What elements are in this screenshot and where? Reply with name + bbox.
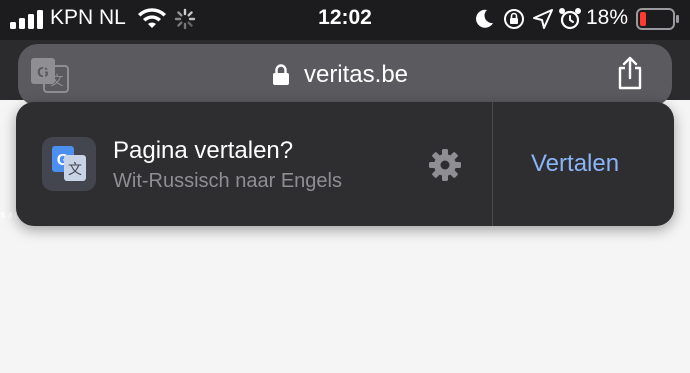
google-translate-app-icon: G 文: [42, 137, 96, 191]
url-text[interactable]: veritas.be: [18, 61, 672, 89]
address-bar[interactable]: G 文 veritas.be: [18, 44, 672, 106]
site-banner-block: [0, 218, 690, 373]
rotation-lock-icon: [504, 9, 524, 29]
battery-low-icon: [636, 8, 679, 30]
gear-icon[interactable]: [428, 148, 462, 182]
translate-button[interactable]: Vertalen: [531, 150, 619, 178]
location-arrow-icon: [533, 9, 553, 29]
battery-percentage: 18%: [586, 6, 629, 29]
translate-page-popup: G 文 Pagina vertalen? Wit-Russisch naar E…: [16, 102, 674, 226]
status-bar: KPN NL 12:02 18%: [0, 0, 690, 40]
moon-icon: [476, 9, 493, 28]
svg-text:文: 文: [68, 161, 82, 177]
alarm-clock-icon: [559, 8, 581, 30]
popup-divider: [492, 102, 493, 226]
popup-title: Pagina vertalen?: [113, 137, 294, 164]
popup-language-subtitle: Wit-Russisch naar Engels: [113, 170, 342, 192]
share-icon[interactable]: [616, 56, 644, 90]
